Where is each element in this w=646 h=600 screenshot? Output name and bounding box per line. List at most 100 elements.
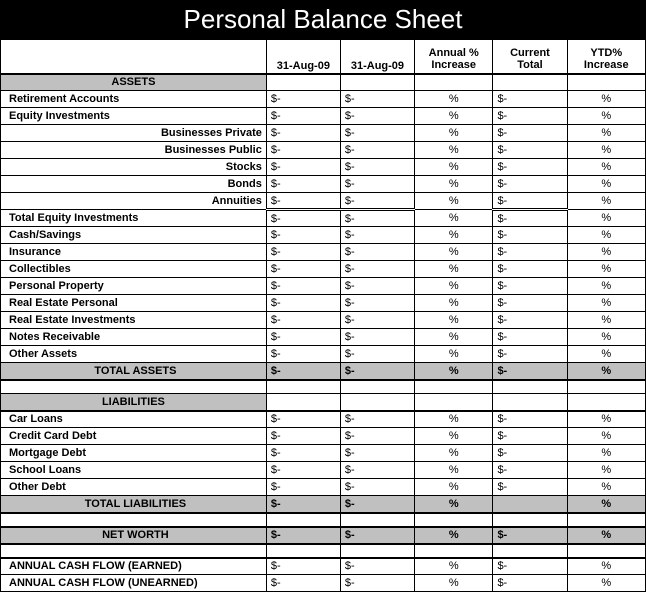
value-ytd-pct: %	[567, 193, 645, 210]
row-label: Insurance	[1, 244, 267, 261]
value-col2: $-	[340, 278, 414, 295]
value-col2: $-	[340, 210, 414, 227]
value-annual-pct: %	[415, 295, 493, 312]
value-col2: $-	[340, 108, 414, 125]
total-annual-pct: %	[415, 527, 493, 544]
table-row: Cash/Savings$-$-%$-%	[1, 227, 646, 244]
value-current: $-	[493, 479, 567, 496]
row-label: Mortgage Debt	[1, 445, 267, 462]
section-header: LIABILITIES	[1, 394, 267, 411]
value-col1: $-	[266, 558, 340, 575]
value-ytd-pct: %	[567, 445, 645, 462]
value-annual-pct: %	[415, 346, 493, 363]
table-row	[1, 380, 646, 394]
value-ytd-pct: %	[567, 428, 645, 445]
header-row: 31-Aug-09 31-Aug-09 Annual % Increase Cu…	[1, 40, 646, 74]
section-header: ASSETS	[1, 74, 267, 91]
value-ytd-pct: %	[567, 210, 645, 227]
value-ytd-pct: %	[567, 125, 645, 142]
cell	[567, 513, 645, 527]
value-annual-pct: %	[415, 312, 493, 329]
row-label: Businesses Private	[1, 125, 267, 142]
table-row: Insurance$-$-%$-%	[1, 244, 646, 261]
value-col1: $-	[266, 261, 340, 278]
value-ytd-pct: %	[567, 479, 645, 496]
value-annual-pct: %	[415, 428, 493, 445]
value-current: $-	[493, 125, 567, 142]
table-row: Mortgage Debt$-$-%$-%	[1, 445, 646, 462]
total-annual-pct: %	[415, 363, 493, 380]
value-col2: $-	[340, 445, 414, 462]
value-current: $-	[493, 312, 567, 329]
row-label: Other Debt	[1, 479, 267, 496]
table-row: Real Estate Personal$-$-%$-%	[1, 295, 646, 312]
row-label: Businesses Public	[1, 142, 267, 159]
row-label: ANNUAL CASH FLOW (EARNED)	[1, 558, 267, 575]
row-label: Annuities	[1, 193, 267, 210]
value-col1: $-	[266, 295, 340, 312]
row-label: Stocks	[1, 159, 267, 176]
value-col1: $-	[266, 193, 340, 210]
value-col2: $-	[340, 346, 414, 363]
table-row: Collectibles$-$-%$-%	[1, 261, 646, 278]
total-current	[493, 496, 567, 513]
header-col2: 31-Aug-09	[340, 40, 414, 74]
value-ytd-pct: %	[567, 462, 645, 479]
value-ytd-pct: %	[567, 312, 645, 329]
cell	[340, 74, 414, 91]
total-col1: $-	[266, 363, 340, 380]
cell	[1, 380, 267, 394]
value-current: $-	[493, 346, 567, 363]
value-annual-pct: %	[415, 176, 493, 193]
total-col2: $-	[340, 496, 414, 513]
value-col1: $-	[266, 91, 340, 108]
value-current: $-	[493, 142, 567, 159]
table-row: Credit Card Debt$-$-%$-%	[1, 428, 646, 445]
row-label: Total Equity Investments	[1, 210, 267, 227]
cell	[1, 544, 267, 558]
cell	[415, 544, 493, 558]
cell	[415, 380, 493, 394]
value-col2: $-	[340, 575, 414, 592]
cell	[415, 394, 493, 411]
cell	[266, 513, 340, 527]
value-col2: $-	[340, 244, 414, 261]
row-label: Personal Property	[1, 278, 267, 295]
value-col2: $-	[340, 462, 414, 479]
value-col2: $-	[340, 91, 414, 108]
value-ytd-pct: %	[567, 142, 645, 159]
table-row: NET WORTH$-$-%$-%	[1, 527, 646, 544]
balance-sheet-table: 31-Aug-09 31-Aug-09 Annual % Increase Cu…	[0, 39, 646, 592]
value-col1: $-	[266, 445, 340, 462]
table-row: Total Equity Investments$-$-%$-%	[1, 210, 646, 227]
value-annual-pct: %	[415, 261, 493, 278]
row-label: Equity Investments	[1, 108, 267, 125]
table-row: TOTAL ASSETS$-$-%$-%	[1, 363, 646, 380]
value-current: $-	[493, 244, 567, 261]
table-row: Businesses Private$-$-%$-%	[1, 125, 646, 142]
value-current: $-	[493, 575, 567, 592]
value-annual-pct: %	[415, 558, 493, 575]
table-row: ASSETS	[1, 74, 646, 91]
value-ytd-pct: %	[567, 159, 645, 176]
cell	[415, 513, 493, 527]
value-col2: $-	[340, 479, 414, 496]
table-row: Businesses Public$-$-%$-%	[1, 142, 646, 159]
value-col1: $-	[266, 462, 340, 479]
value-ytd-pct: %	[567, 411, 645, 428]
value-annual-pct: %	[415, 278, 493, 295]
value-current: $-	[493, 428, 567, 445]
value-col2: $-	[340, 411, 414, 428]
value-ytd-pct: %	[567, 295, 645, 312]
total-ytd-pct: %	[567, 527, 645, 544]
cell	[567, 544, 645, 558]
table-row: Car Loans$-$-%$-%	[1, 411, 646, 428]
page-title: Personal Balance Sheet	[0, 0, 646, 39]
value-ytd-pct: %	[567, 91, 645, 108]
table-row: School Loans$-$-%$-%	[1, 462, 646, 479]
value-annual-pct: %	[415, 462, 493, 479]
value-current: $-	[493, 558, 567, 575]
row-label: Real Estate Investments	[1, 312, 267, 329]
value-col1: $-	[266, 210, 340, 227]
value-annual-pct: %	[415, 159, 493, 176]
